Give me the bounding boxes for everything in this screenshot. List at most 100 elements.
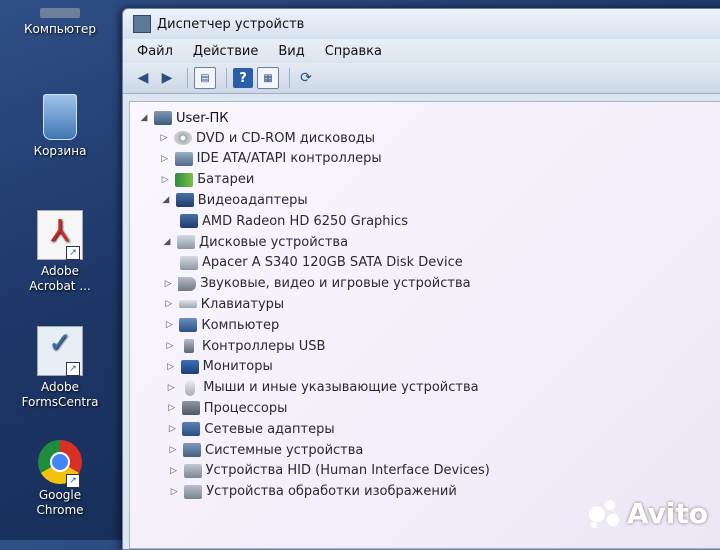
tree-device-item[interactable]: Apacer A S340 120GB SATA Disk Device xyxy=(176,253,463,273)
device-manager-icon xyxy=(133,15,151,33)
tree-item-label: Батареи xyxy=(197,172,255,188)
tree-item-label: DVD и CD-ROM дисководы xyxy=(196,130,376,146)
desktop-icon-label: FormsCentra xyxy=(21,395,99,409)
expand-arrow-icon[interactable]: ▷ xyxy=(158,133,170,143)
tree-category-item[interactable]: ◢ Видеоадаптеры xyxy=(160,190,307,210)
tree-item-label: Контроллеры USB xyxy=(202,338,326,354)
tree-category-item[interactable]: ▷ Компьютер xyxy=(163,315,279,335)
avito-logo-icon xyxy=(588,499,621,528)
avito-watermark: Avito xyxy=(588,497,708,530)
view-icon[interactable]: ▦ xyxy=(257,67,279,89)
menu-bar: Файл Действие Вид Справка xyxy=(123,39,720,63)
desktop-icon-label: Корзина xyxy=(33,144,87,158)
title-bar[interactable]: Диспетчер устройств xyxy=(123,9,720,39)
desktop-icon-label: Google xyxy=(38,488,82,502)
collapse-arrow-icon[interactable]: ◢ xyxy=(161,237,173,247)
desktop-icon-adobe-acrobat[interactable]: ↗ Adobe Acrobat ... xyxy=(0,210,120,294)
properties-icon[interactable]: ▤ xyxy=(194,67,216,89)
expand-arrow-icon[interactable]: ▷ xyxy=(166,403,178,413)
desktop-icon-label: Chrome xyxy=(36,503,84,517)
back-arrow-icon[interactable]: ◀ xyxy=(133,68,153,88)
tree-category-item[interactable]: ▷ Устройства обработки изображений xyxy=(168,482,457,502)
tree-category-item[interactable]: ▷ Мониторы xyxy=(165,357,273,377)
expand-arrow-icon[interactable]: ▷ xyxy=(168,487,180,497)
tree-item-label: Apacer A S340 120GB SATA Disk Device xyxy=(202,255,463,271)
tree-item-label: AMD Radeon HD 6250 Graphics xyxy=(202,213,409,229)
tree-category-item[interactable]: ▷ Устройства HID (Human Interface Devices… xyxy=(168,461,490,481)
window-title: Диспетчер устройств xyxy=(157,16,305,32)
menu-file[interactable]: Файл xyxy=(135,42,175,61)
expand-arrow-icon[interactable]: ▷ xyxy=(165,383,177,393)
desktop-icon-computer[interactable]: Компьютер xyxy=(0,8,120,37)
desktop-icon-label: Компьютер xyxy=(24,22,96,36)
imaging-devices-icon xyxy=(184,484,203,499)
tree-device-item[interactable]: AMD Radeon HD 6250 Graphics xyxy=(176,211,408,231)
processor-icon xyxy=(181,401,200,416)
toolbar: ◀ ▶ ▤ ? ▦ ⟳ xyxy=(123,63,720,94)
tree-item-label: Звуковые, видео и игровые устройства xyxy=(200,276,471,292)
hid-icon xyxy=(183,463,202,478)
menu-view[interactable]: Вид xyxy=(276,42,306,61)
network-adapter-icon xyxy=(182,422,201,437)
tree-item-label: Системные устройства xyxy=(205,442,364,458)
menu-action[interactable]: Действие xyxy=(191,42,260,61)
sound-icon xyxy=(178,276,197,291)
disk-drive-icon xyxy=(177,235,195,249)
forward-arrow-icon[interactable]: ▶ xyxy=(157,68,177,88)
help-icon[interactable]: ? xyxy=(233,68,253,88)
tree-category-item[interactable]: ▷ Системные устройства xyxy=(167,440,364,460)
tree-category-item[interactable]: ▷ Мыши и иные указывающие устройства xyxy=(165,378,479,398)
expand-arrow-icon[interactable]: ▷ xyxy=(159,154,171,164)
expand-arrow-icon[interactable]: ▷ xyxy=(167,445,179,455)
system-devices-icon xyxy=(183,443,201,457)
recycle-bin-icon xyxy=(43,94,77,140)
expand-arrow-icon[interactable]: ▷ xyxy=(164,341,176,351)
desktop-icon-google-chrome[interactable]: ↗ Google Chrome xyxy=(0,440,120,518)
tree-root[interactable]: ◢ User-ПК xyxy=(138,108,229,128)
tree-category-item[interactable]: ▷ Процессоры xyxy=(166,398,288,418)
tree-category-item[interactable]: ▷ IDE ATA/ATAPI контроллеры xyxy=(159,149,381,169)
menu-help[interactable]: Справка xyxy=(323,42,384,61)
device-tree-panel: ◢ User-ПК ▷ DVD и CD-ROM дисководы ▷ IDE AT… xyxy=(129,101,720,549)
battery-icon xyxy=(175,172,194,187)
expand-arrow-icon[interactable]: ▷ xyxy=(159,175,171,185)
tree-category-item[interactable]: ◢ Дисковые устройства xyxy=(161,232,349,252)
shortcut-arrow-icon: ↗ xyxy=(66,362,80,376)
tree-root-label: User-ПК xyxy=(176,110,229,126)
ide-controller-icon xyxy=(174,151,193,166)
expand-arrow-icon[interactable]: ▷ xyxy=(165,362,177,372)
device-manager-window: Диспетчер устройств Файл Действие Вид Сп… xyxy=(122,8,720,550)
expand-arrow-icon[interactable]: ▷ xyxy=(163,320,175,330)
monitor-icon xyxy=(180,359,199,374)
display-adapter-icon xyxy=(180,214,198,229)
computer-icon xyxy=(154,111,172,125)
desktop-icon-adobe-formscentral[interactable]: ↗ Adobe FormsCentra xyxy=(0,326,120,410)
desktop-icon-label: Acrobat ... xyxy=(29,279,91,293)
tree-category-item[interactable]: ▷ Клавиатуры xyxy=(163,294,284,314)
expand-arrow-icon[interactable]: ▷ xyxy=(162,279,174,289)
tree-category-item[interactable]: ▷ Контроллеры USB xyxy=(164,336,326,356)
tree-category-item[interactable]: ▷ Батареи xyxy=(159,170,255,190)
toolbar-separator xyxy=(187,68,188,88)
shortcut-arrow-icon: ↗ xyxy=(66,246,80,260)
tree-category-item[interactable]: ▷ Сетевые адаптеры xyxy=(166,419,335,439)
usb-icon xyxy=(184,339,194,353)
tree-item-label: Устройства обработки изображений xyxy=(206,484,457,500)
shortcut-arrow-icon: ↗ xyxy=(66,474,80,488)
expanded-arrow-icon[interactable]: ◢ xyxy=(138,113,150,123)
tree-item-label: Сетевые адаптеры xyxy=(204,421,335,437)
tree-category-item[interactable]: ▷ DVD и CD-ROM дисководы xyxy=(158,128,376,148)
tree-item-label: Устройства HID (Human Interface Devices) xyxy=(205,463,490,479)
tree-item-label: Процессоры xyxy=(203,400,288,416)
scan-hardware-icon[interactable]: ⟳ xyxy=(296,68,316,88)
disk-drive-icon xyxy=(180,255,198,270)
tree-item-label: Мониторы xyxy=(202,359,273,375)
expand-arrow-icon[interactable]: ▷ xyxy=(163,299,175,309)
expand-arrow-icon[interactable]: ▷ xyxy=(166,424,178,434)
tree-category-item[interactable]: ▷ Звуковые, видео и игровые устройства xyxy=(162,274,471,294)
desktop-icon-recycle-bin[interactable]: Корзина xyxy=(0,94,120,159)
tree-item-label: Клавиатуры xyxy=(200,296,285,312)
expand-arrow-icon[interactable]: ▷ xyxy=(168,466,180,476)
collapse-arrow-icon[interactable]: ◢ xyxy=(160,195,172,205)
toolbar-separator xyxy=(289,68,290,88)
